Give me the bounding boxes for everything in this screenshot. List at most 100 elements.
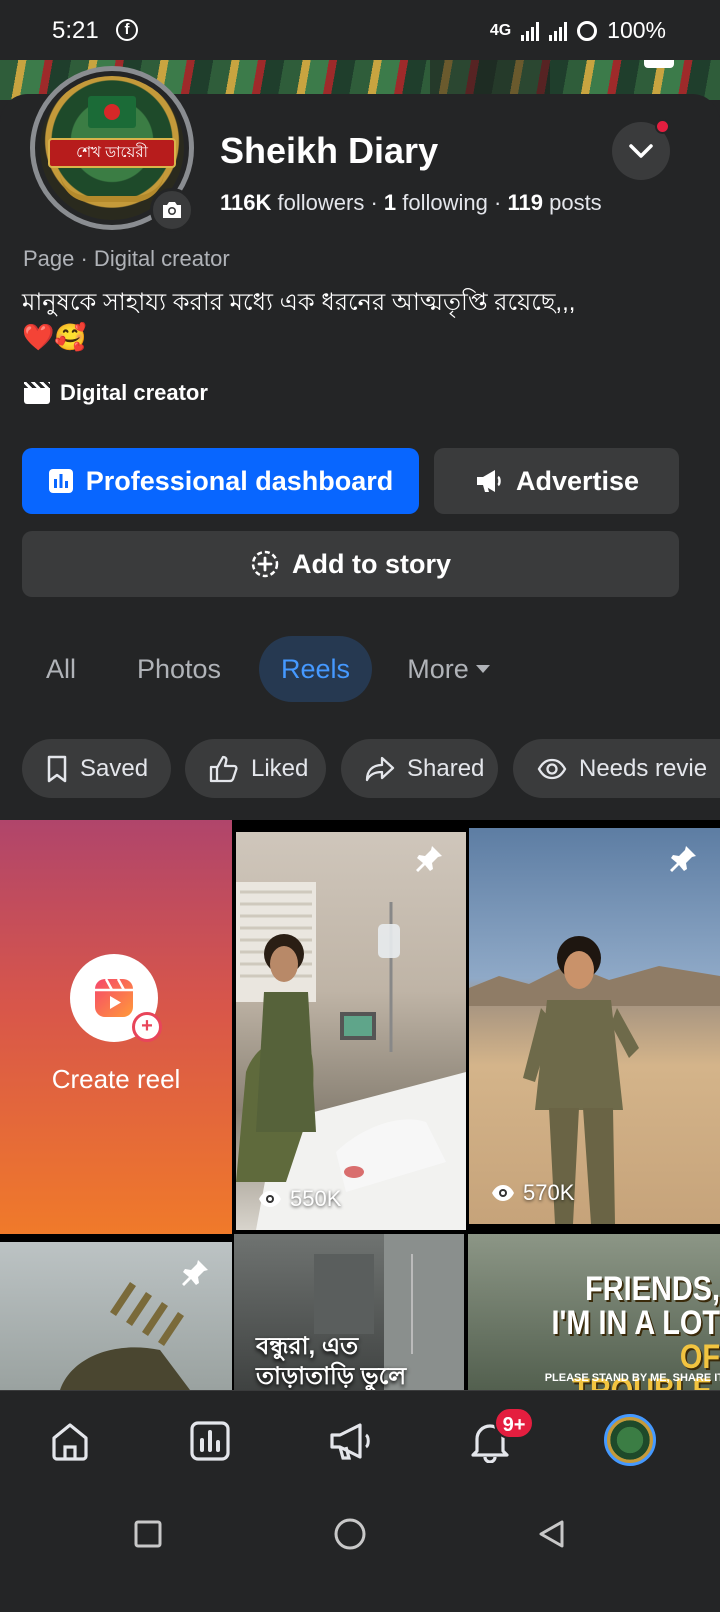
chip-shared[interactable]: Shared [341, 739, 498, 798]
reel-thumbnail[interactable] [0, 1242, 232, 1390]
chip-saved[interactable]: Saved [22, 739, 171, 798]
reel-caption: বন্ধুরা, এত তাড়াতাড়ি ভুলে গেলে আমাকে. [256, 1333, 407, 1390]
share-arrow-icon [365, 756, 395, 781]
signal-icon-2 [549, 21, 568, 41]
view-count-value: 570K [523, 1180, 575, 1205]
page-category: Page · Digital creator [23, 246, 230, 271]
bio-emoji: ❤️🥰 [22, 322, 87, 352]
back-button[interactable] [532, 1514, 572, 1554]
megaphone-icon [476, 470, 501, 492]
posts-count: 119 [507, 190, 543, 215]
stats-separator: · [494, 190, 508, 215]
followers-label[interactable]: followers [278, 190, 365, 215]
flag-emblem [88, 96, 136, 128]
tab-more[interactable]: More [390, 636, 508, 702]
reel-caption-line: FRIENDS, [585, 1270, 720, 1308]
avatar-banner: শেখ ডায়েরী [48, 138, 176, 168]
dashboard-label: Professional dashboard [85, 465, 394, 496]
home-button[interactable] [330, 1514, 370, 1554]
battery-level: 100% [607, 17, 666, 43]
battery-saver-icon [577, 20, 598, 41]
eye-icon [259, 1191, 281, 1207]
reel-thumbnail[interactable]: বন্ধুরা, এত তাড়াতাড়ি ভুলে গেলে আমাকে. [234, 1234, 464, 1390]
tab-all[interactable]: All [22, 636, 100, 702]
view-count: 550K [258, 1186, 341, 1212]
chip-needs-review-label: Needs revie [579, 754, 708, 782]
page-name: Sheikh Diary [220, 130, 439, 171]
dashboard-icon [190, 1421, 230, 1461]
reel-caption-line: I'M IN A LOT [551, 1304, 720, 1342]
notification-badge: 9+ [494, 1407, 534, 1439]
recents-icon [134, 1520, 162, 1548]
eye-icon [537, 758, 567, 779]
chip-shared-label: Shared [407, 754, 485, 782]
add-story-icon [251, 550, 279, 578]
chip-saved-label: Saved [80, 754, 149, 782]
megaphone-icon [330, 1423, 370, 1460]
status-icons: 4G 100% [490, 17, 666, 44]
reel-thumbnail[interactable]: 550K [236, 832, 466, 1230]
system-navigation-bar [0, 1490, 720, 1612]
advertise-label: Advertise [515, 465, 640, 496]
view-count: 570K [491, 1180, 574, 1206]
home-circle-icon [334, 1518, 366, 1550]
status-bar: 5:21 f 4G 100% [0, 0, 720, 60]
posts-label: posts [549, 190, 602, 215]
reels-grid: + Create reel 550K 570K বন্ধুরা, এত তাড়… [0, 820, 720, 1390]
followers-count[interactable]: 116K [220, 190, 271, 215]
reel-caption-small: PLEASE STAND BY ME, SHARE IT [544, 1372, 720, 1384]
caret-down-icon [475, 665, 490, 673]
cover-edit-handle [644, 60, 674, 68]
tab-photos[interactable]: Photos [118, 636, 240, 702]
following-label[interactable]: following [402, 190, 488, 215]
bookmark-icon [47, 755, 67, 782]
creator-category-row: Digital creator [24, 380, 208, 406]
nav-profile-avatar[interactable] [604, 1414, 656, 1466]
facebook-notification-icon: f [116, 19, 138, 41]
signal-icon [521, 21, 540, 41]
bio-text: মানুষকে সাহায্য করার মধ্যে এক ধরনের আত্ম… [22, 289, 576, 316]
network-type: 4G [489, 21, 512, 39]
advertise-button[interactable]: Advertise [434, 448, 679, 514]
profile-tabs: All Photos Reels More [0, 636, 720, 704]
reel-caption-prefix: OF [679, 1338, 720, 1376]
cover-photo-detail [430, 60, 550, 94]
view-count-value: 550K [290, 1186, 342, 1211]
plus-icon: + [132, 1012, 162, 1042]
bottom-navigation: 9+ [0, 1390, 720, 1490]
create-reel-label: Create reel [51, 1064, 181, 1094]
recents-button[interactable] [128, 1514, 168, 1554]
notification-dot [655, 119, 670, 134]
reel-thumbnail[interactable]: 570K [469, 828, 720, 1224]
reel-scene-desert [469, 936, 720, 1224]
pin-icon [670, 846, 696, 872]
page-stats: 116K followers · 1 following · 119 posts [220, 190, 602, 216]
creator-label: Digital creator [60, 380, 208, 405]
eye-icon [492, 1185, 514, 1201]
nav-home[interactable] [40, 1411, 100, 1471]
reel-thumbnail[interactable]: FRIENDS, I'M IN A LOT OF TROUBLE, PLEASE… [468, 1234, 720, 1390]
create-reel-tile[interactable]: + Create reel [0, 820, 232, 1234]
clapperboard-icon [24, 382, 50, 404]
chevron-down-icon [629, 144, 653, 158]
add-to-story-label: Add to story [292, 548, 451, 579]
tab-more-label: More [407, 653, 469, 684]
add-to-story-button[interactable]: Add to story [22, 531, 679, 597]
pin-icon [416, 846, 442, 872]
following-count[interactable]: 1 [384, 190, 396, 215]
chip-needs-review[interactable]: Needs revie [513, 739, 720, 798]
dashboard-icon [48, 469, 73, 493]
nav-ads[interactable] [320, 1411, 380, 1471]
nav-dashboard[interactable] [180, 1411, 240, 1471]
tab-reels[interactable]: Reels [259, 636, 372, 702]
thumbs-up-icon [209, 755, 238, 782]
camera-icon[interactable] [150, 188, 194, 232]
reel-scene-hospital [236, 882, 466, 1230]
pin-icon [182, 1260, 208, 1286]
professional-dashboard-button[interactable]: Professional dashboard [22, 448, 419, 514]
home-icon [52, 1423, 88, 1461]
reel-filter-chips: Saved Liked Shared Needs revie [0, 739, 720, 799]
status-time: 5:21 [52, 17, 99, 44]
back-triangle-icon [539, 1520, 564, 1548]
chip-liked[interactable]: Liked [185, 739, 326, 798]
